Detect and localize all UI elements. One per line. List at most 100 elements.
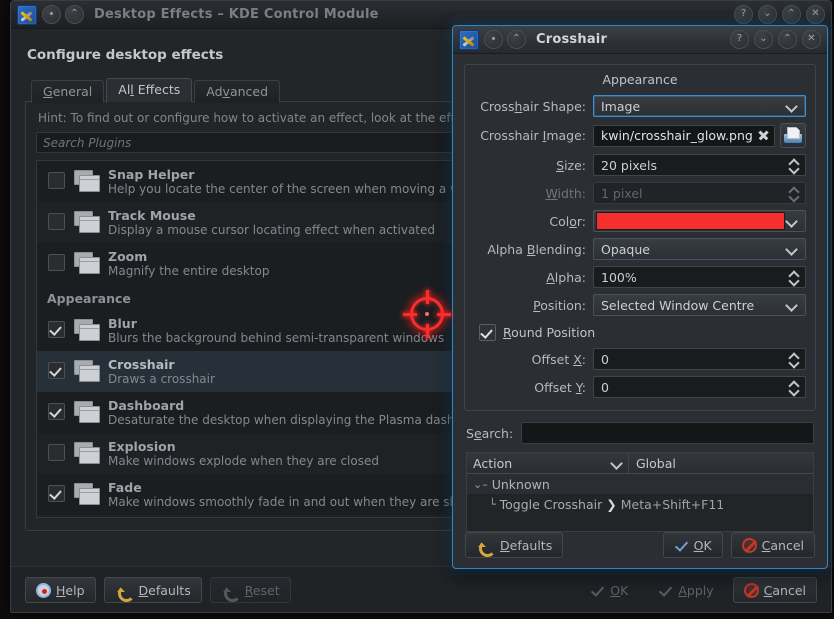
tab-general[interactable]: General: [31, 80, 105, 103]
effect-name: Zoom: [108, 249, 148, 264]
spinner-arrows-icon[interactable]: [787, 350, 800, 368]
window-icon: [74, 252, 100, 274]
alpha-value: 100%: [601, 269, 637, 285]
defaults-button[interactable]: Defaults: [465, 532, 564, 558]
color-row: Color:: [474, 210, 806, 232]
menu-button[interactable]: [484, 30, 503, 49]
chevron-down-icon: [785, 298, 799, 312]
tab-all-effects[interactable]: All Effects: [106, 78, 193, 102]
help-button[interactable]: ?: [730, 30, 749, 49]
help-button[interactable]: ?: [734, 5, 753, 24]
close-button[interactable]: ✕: [802, 30, 821, 49]
alpha-blending-label: Alpha Blending:: [487, 241, 586, 257]
keep-above-button[interactable]: ⌃: [65, 5, 84, 24]
kde-configure-icon: [459, 29, 479, 50]
help-icon: [36, 582, 51, 598]
ok-button[interactable]: OK: [662, 532, 723, 558]
appearance-groupbox: Appearance Crosshair Shape: Image Crossh…: [464, 64, 816, 411]
color-label: Color:: [549, 213, 586, 229]
effect-description: Draws a crosshair: [108, 372, 215, 386]
defaults-button-label: Defaults: [500, 537, 553, 553]
table-row[interactable]: └ Toggle Crosshair ❯ Meta+Shift+F11: [467, 494, 813, 514]
dialog-button-bar: Defaults OK Cancel: [453, 522, 827, 568]
ok-button: OK: [579, 577, 639, 603]
tab-advanced[interactable]: Advanced: [194, 80, 281, 103]
check-icon: [658, 583, 673, 598]
effect-checkbox[interactable]: [48, 485, 65, 502]
offset-y-spinbox[interactable]: 0: [593, 376, 806, 398]
round-position-checkbox-box[interactable]: [479, 324, 496, 341]
width-spinbox: 1 pixel: [593, 182, 806, 204]
effect-description: Desaturate the desktop when displaying t…: [108, 413, 490, 427]
effect-checkbox[interactable]: [48, 403, 65, 420]
size-label: Size:: [556, 157, 586, 173]
offset-y-value: 0: [601, 379, 609, 395]
expand-collapse-icon[interactable]: ⌄–: [473, 478, 488, 491]
color-picker-button[interactable]: [593, 210, 806, 232]
clear-icon[interactable]: [756, 128, 771, 143]
chevron-down-icon: [785, 214, 799, 228]
shortcuts-table[interactable]: Action Global ⌄– Unknown └ Toggle Crossh…: [466, 452, 814, 532]
offset-y-label: Offset Y:: [534, 379, 586, 395]
effect-description: Make windows explode when they are close…: [108, 454, 379, 468]
spinner-arrows-icon[interactable]: [787, 378, 800, 396]
reset-button: Reset: [209, 577, 291, 603]
close-button[interactable]: ✕: [806, 5, 825, 24]
effect-checkbox[interactable]: [48, 362, 65, 379]
crosshair-image-value: kwin/crosshair_glow.png: [601, 128, 753, 143]
dialog-titlebar-controls: ? ⌄ ⌃ ✕: [730, 26, 821, 53]
effect-checkbox[interactable]: [48, 172, 65, 189]
dialog-titlebar[interactable]: ⌃ Crosshair ? ⌄ ⌃ ✕: [453, 26, 827, 54]
position-value: Selected Window Centre: [601, 297, 755, 313]
window-icon: [74, 401, 100, 423]
effect-checkbox[interactable]: [48, 321, 65, 338]
keep-above-button[interactable]: ⌃: [778, 30, 797, 49]
offset-x-spinbox[interactable]: 0: [593, 348, 806, 370]
effect-name: Track Mouse: [108, 208, 196, 223]
effect-description: Display a mouse cursor locating effect w…: [108, 223, 436, 237]
shortcut-search-label: Search:: [466, 425, 514, 441]
size-spinbox[interactable]: 20 pixels: [593, 154, 806, 176]
width-label: Width:: [545, 185, 586, 201]
cancel-button[interactable]: Cancel: [732, 577, 817, 603]
undo-icon: [221, 581, 241, 602]
alpha-row: Alpha: 100%: [474, 266, 806, 288]
crosshair-image-input[interactable]: kwin/crosshair_glow.png: [593, 124, 775, 147]
position-select[interactable]: Selected Window Centre: [593, 294, 806, 316]
spinner-arrows-icon[interactable]: [787, 156, 800, 174]
position-row: Position: Selected Window Centre: [474, 294, 806, 316]
search-plugins-placeholder: Search Plugins: [43, 135, 132, 150]
shortcut-search-row: Search:: [466, 422, 814, 444]
effect-checkbox[interactable]: [48, 254, 65, 271]
apply-button: Apply: [647, 577, 724, 603]
effect-checkbox[interactable]: [48, 213, 65, 230]
column-header-action[interactable]: Action: [467, 453, 629, 473]
help-button-label: Help: [56, 582, 85, 598]
offset-x-value: 0: [601, 351, 609, 367]
alpha-spinbox[interactable]: 100%: [593, 266, 806, 288]
effect-checkbox[interactable]: [48, 444, 65, 461]
help-button[interactable]: Help: [25, 577, 96, 603]
keep-below-button[interactable]: ⌄: [754, 30, 773, 49]
menu-button[interactable]: [42, 5, 61, 24]
spinner-arrows-icon: [787, 184, 800, 202]
keep-below-button[interactable]: ⌄: [758, 5, 777, 24]
shortcut-search-input[interactable]: [521, 422, 814, 444]
table-row[interactable]: ⌄– Unknown: [467, 474, 813, 494]
tab-bar: General All Effects Advanced: [31, 78, 817, 103]
round-position-checkbox[interactable]: Round Position: [479, 324, 806, 341]
keep-above-button[interactable]: ⌃: [782, 5, 801, 24]
main-window-button-bar: Help Defaults Reset OK Apply Cancel: [11, 566, 831, 612]
spinner-arrows-icon[interactable]: [787, 268, 800, 286]
window-icon: [74, 483, 100, 505]
cancel-button[interactable]: Cancel: [730, 532, 815, 558]
column-header-global[interactable]: Global: [629, 456, 813, 471]
open-file-button[interactable]: [780, 123, 806, 148]
crosshair-image-row: Crosshair Image: kwin/crosshair_glow.png: [474, 123, 806, 148]
window-icon: [74, 211, 100, 233]
check-icon: [674, 538, 689, 553]
defaults-button[interactable]: Defaults: [103, 577, 202, 603]
keep-above-button[interactable]: ⌃: [507, 30, 526, 49]
shortcut-group-label: Unknown: [491, 476, 550, 492]
alpha-blending-select[interactable]: Opaque: [593, 238, 806, 260]
